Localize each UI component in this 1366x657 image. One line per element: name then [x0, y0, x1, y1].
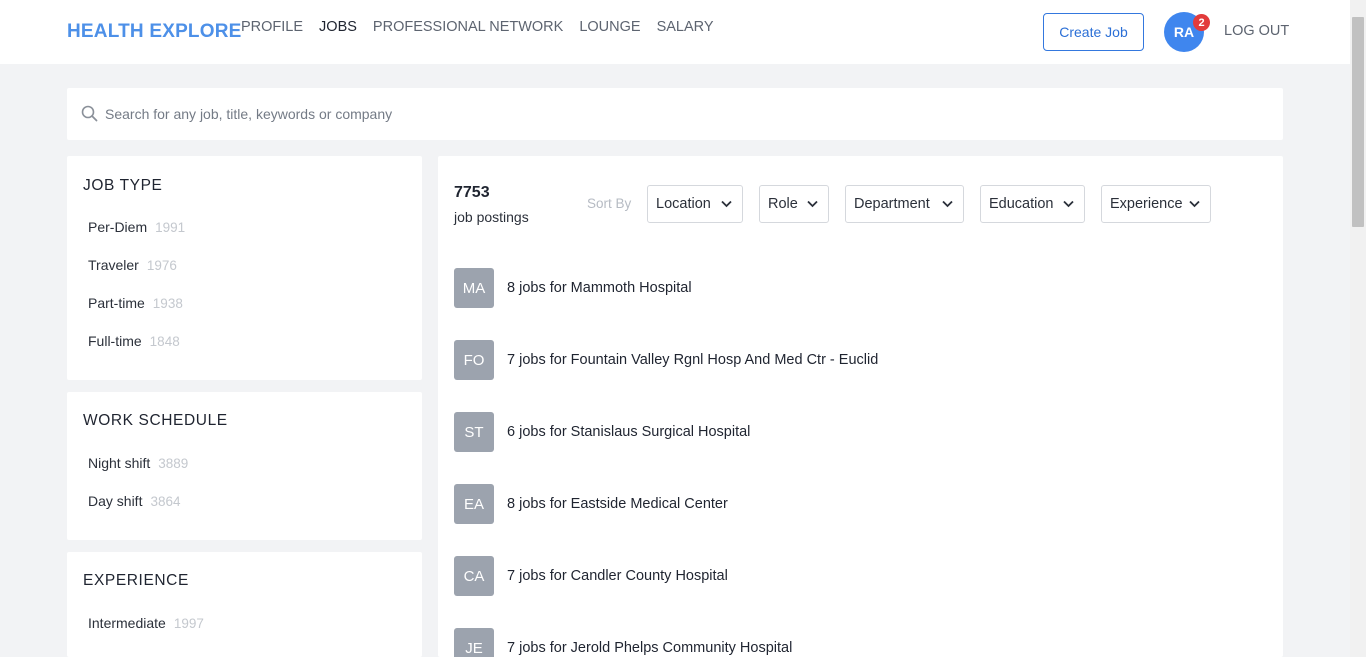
filter-item[interactable]: Full-time 1848: [88, 333, 180, 349]
sort-role-dropdown[interactable]: Role: [759, 185, 829, 223]
filter-count: 3889: [158, 456, 189, 471]
nav-profile[interactable]: PROFILE: [241, 19, 303, 35]
job-group-label: 8 jobs for Eastside Medical Center: [507, 496, 728, 512]
company-initials: FO: [454, 340, 494, 380]
filter-item[interactable]: Traveler 1976: [88, 257, 177, 273]
filter-count: 1997: [173, 616, 204, 631]
company-initials: MA: [454, 268, 494, 308]
sort-department-dropdown[interactable]: Department: [845, 185, 964, 223]
filter-title-work-schedule: WORK SCHEDULE: [83, 412, 228, 429]
filter-label: Night shift: [88, 455, 151, 471]
nav-jobs[interactable]: JOBS: [319, 19, 357, 35]
top-header: HEALTH EXPLORE PROFILE JOBS PROFESSIONAL…: [0, 0, 1350, 64]
chevron-down-icon: [1189, 200, 1200, 208]
dropdown-label: Role: [768, 196, 798, 212]
filter-label: Part-time: [88, 295, 145, 311]
job-group-label: 7 jobs for Candler County Hospital: [507, 568, 728, 584]
create-job-button[interactable]: Create Job: [1043, 13, 1144, 51]
filter-panel-job-type: JOB TYPE Per-Diem 1991 Traveler 1976 Part-…: [67, 156, 422, 380]
company-initials: CA: [454, 556, 494, 596]
filter-count: 1848: [149, 334, 180, 349]
filter-item[interactable]: Day shift 3864: [88, 493, 181, 509]
filter-item[interactable]: Part-time 1938: [88, 295, 183, 311]
chevron-down-icon: [721, 200, 732, 208]
job-group-item[interactable]: ST 6 jobs for Stanislaus Surgical Hospit…: [454, 412, 750, 452]
search-icon: [81, 105, 98, 127]
sort-experience-dropdown[interactable]: Experience: [1101, 185, 1211, 223]
company-initials: ST: [454, 412, 494, 452]
filter-count: 3864: [150, 494, 181, 509]
job-group-item[interactable]: FO 7 jobs for Fountain Valley Rgnl Hosp …: [454, 340, 878, 380]
job-group-label: 6 jobs for Stanislaus Surgical Hospital: [507, 424, 751, 440]
filter-label: Per-Diem: [88, 219, 148, 235]
nav-salary[interactable]: SALARY: [657, 19, 714, 35]
filter-label: Full-time: [88, 333, 142, 349]
search-bar: [67, 88, 1283, 140]
job-group-item[interactable]: EA 8 jobs for Eastside Medical Center: [454, 484, 728, 524]
filter-panel-work-schedule: WORK SCHEDULE Night shift 3889 Day shift 3…: [67, 392, 422, 540]
nav-lounge[interactable]: LOUNGE: [579, 19, 640, 35]
nav-professional-network[interactable]: PROFESSIONAL NETWORK: [373, 19, 563, 35]
sort-education-dropdown[interactable]: Education: [980, 185, 1085, 223]
job-group-item[interactable]: MA 8 jobs for Mammoth Hospital: [454, 268, 692, 308]
sort-by-label: Sort By: [587, 196, 632, 211]
logout-link[interactable]: LOG OUT: [1224, 23, 1289, 39]
filter-item[interactable]: Intermediate 1997: [88, 615, 204, 631]
filter-count: 1976: [146, 258, 177, 273]
total-count: 7753: [454, 184, 490, 201]
filter-title-job-type: JOB TYPE: [83, 177, 163, 194]
job-group-item[interactable]: CA 7 jobs for Candler County Hospital: [454, 556, 728, 596]
filter-count: 1938: [152, 296, 183, 311]
job-group-item[interactable]: JE 7 jobs for Jerold Phelps Community Ho…: [454, 628, 792, 657]
total-label: job postings: [454, 209, 529, 225]
site-logo[interactable]: HEALTH EXPLORE: [67, 21, 242, 43]
filter-panel-experience: EXPERIENCE Intermediate 1997: [67, 552, 422, 657]
search-input[interactable]: [105, 102, 1265, 126]
company-initials: EA: [454, 484, 494, 524]
dropdown-label: Location: [656, 196, 711, 212]
job-group-label: 7 jobs for Fountain Valley Rgnl Hosp And…: [507, 352, 879, 368]
dropdown-label: Department: [854, 196, 930, 212]
filter-count: 1991: [155, 220, 186, 235]
filter-label: Traveler: [88, 257, 139, 273]
page-scrollbar[interactable]: [1350, 0, 1366, 657]
filter-label: Day shift: [88, 493, 143, 509]
dropdown-label: Education: [989, 196, 1054, 212]
filter-item[interactable]: Per-Diem 1991: [88, 219, 185, 235]
dropdown-label: Experience: [1110, 196, 1183, 212]
filter-title-experience: EXPERIENCE: [83, 572, 189, 589]
job-results-panel: 7753 job postings Sort By Location Role …: [438, 156, 1283, 657]
notification-badge: 2: [1193, 14, 1210, 31]
job-group-label: 8 jobs for Mammoth Hospital: [507, 280, 692, 296]
main-nav: PROFILE JOBS PROFESSIONAL NETWORK LOUNGE…: [241, 19, 730, 35]
sort-location-dropdown[interactable]: Location: [647, 185, 743, 223]
scrollbar-thumb[interactable]: [1352, 17, 1364, 227]
chevron-down-icon: [1063, 200, 1074, 208]
job-group-label: 7 jobs for Jerold Phelps Community Hospi…: [507, 640, 793, 656]
filter-item[interactable]: Night shift 3889: [88, 455, 188, 471]
company-initials: JE: [454, 628, 494, 657]
chevron-down-icon: [807, 200, 818, 208]
filter-label: Intermediate: [88, 615, 166, 631]
chevron-down-icon: [942, 200, 953, 208]
